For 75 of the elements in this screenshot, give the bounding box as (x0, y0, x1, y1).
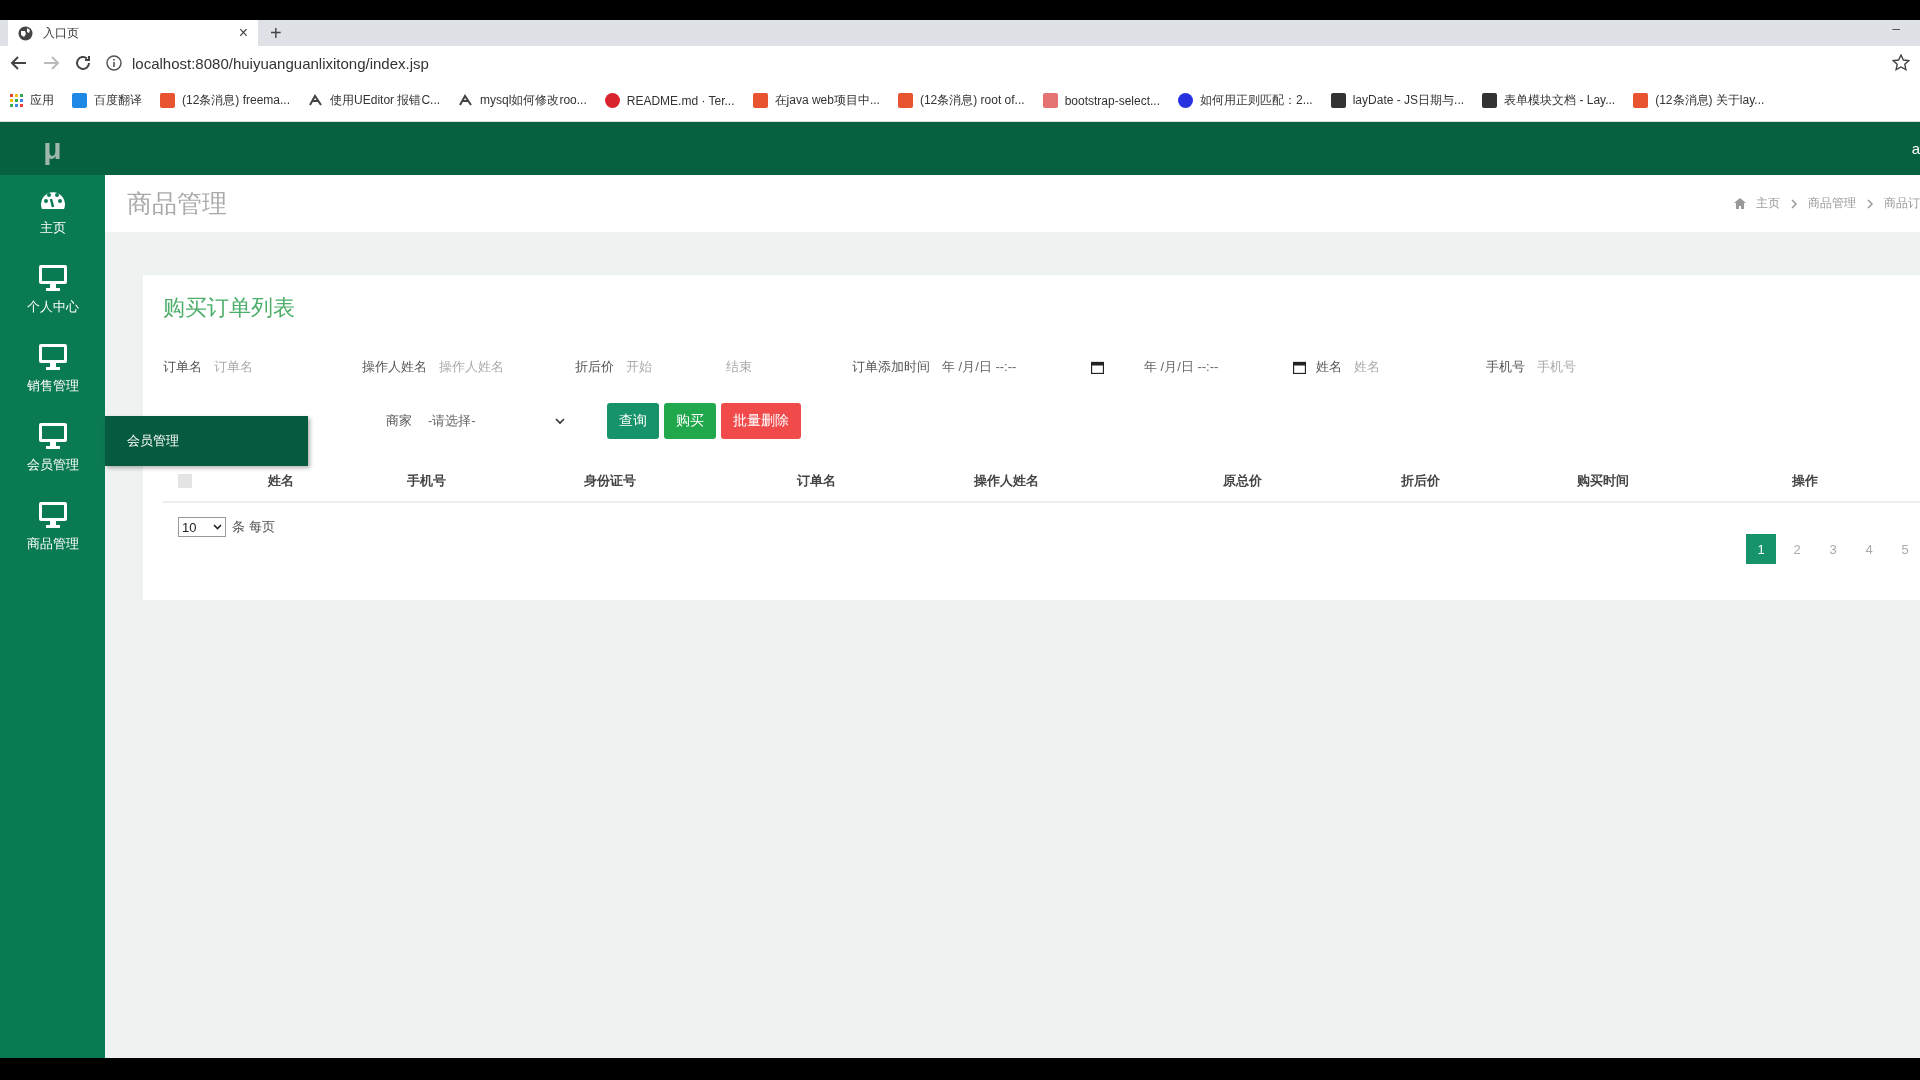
bookmark[interactable]: 如何用正则匹配：2... (1178, 92, 1313, 109)
sidebar-item[interactable]: 商品管理 (2, 501, 103, 553)
merchant-select[interactable]: -请选择- (424, 406, 569, 436)
date-input[interactable]: 年 /月/日 --:-- (942, 358, 1104, 376)
sidebar-item[interactable]: 会员管理 (2, 422, 103, 474)
column-header: 操作 (1792, 472, 1819, 490)
app-logo[interactable]: μ (0, 131, 105, 166)
select-all-checkbox[interactable] (178, 474, 192, 488)
buy-button[interactable]: 购买 (664, 403, 716, 439)
bookmark[interactable]: 在java web项目中... (752, 92, 880, 109)
page-size-select[interactable]: 10 (178, 517, 226, 537)
browser-tab[interactable]: 入口页 × (8, 20, 258, 46)
star-icon[interactable] (1892, 54, 1910, 72)
address-bar[interactable]: localhost:8080/huiyuanguanlixitong/index.jsp (132, 54, 429, 72)
column-header: 姓名 (268, 472, 295, 490)
column-header: 购买时间 (1577, 472, 1630, 490)
info-icon (106, 55, 122, 71)
flyout-menu-item[interactable]: 会员管理 (105, 416, 308, 466)
field-label: 订单名 (163, 358, 202, 376)
sidebar-item[interactable]: 主页 (2, 187, 103, 237)
tab-close-button[interactable]: × (238, 24, 248, 42)
chevron-down-icon (555, 417, 565, 425)
globe-icon (18, 25, 33, 41)
bookmark[interactable]: 表单模块文档 - Lay... (1482, 92, 1616, 109)
field-label: 订单添加时间 (852, 358, 930, 376)
monitor-icon (37, 422, 68, 450)
breadcrumb-link[interactable]: 商品订 (1884, 195, 1920, 212)
home-icon (1734, 198, 1746, 209)
query-button[interactable]: 查询 (607, 403, 659, 439)
page-size-label: 条 每页 (232, 518, 275, 536)
bookmark[interactable]: 百度翻译 (72, 92, 142, 109)
bookmark[interactable]: README.md · Ter... (604, 93, 735, 108)
field-label: 姓名 (1316, 358, 1342, 376)
field-label: 手机号 (1486, 358, 1525, 376)
chevron-down-icon (213, 524, 222, 530)
bookmark[interactable]: (12条消息) freema... (160, 92, 291, 109)
column-header: 折后价 (1401, 472, 1441, 490)
field-label: 操作人姓名 (362, 358, 427, 376)
column-header: 原总价 (1223, 472, 1263, 490)
bookmark[interactable]: layDate - JS日期与... (1330, 92, 1465, 109)
chevron-right-icon (1866, 198, 1874, 209)
date-input[interactable]: 年 /月/日 --:-- (1144, 358, 1306, 376)
apps-grid-icon (10, 94, 23, 107)
bookmark[interactable]: (12条消息) root of... (897, 92, 1025, 109)
column-header: 订单名 (797, 472, 837, 490)
sidebar-item[interactable]: 个人中心 (2, 264, 103, 316)
page-title: 商品管理 (127, 188, 227, 219)
monitor-icon (37, 264, 68, 292)
calendar-icon (1091, 360, 1104, 374)
new-tab-button[interactable]: + (270, 20, 282, 46)
monitor-icon (37, 343, 68, 371)
reload-icon[interactable] (74, 54, 92, 72)
bookmark[interactable]: mysql如何修改roo... (458, 92, 587, 109)
bookmark[interactable]: (12条消息) 关于lay... (1633, 92, 1765, 109)
column-header: 操作人姓名 (974, 472, 1040, 490)
chevron-right-icon (1790, 198, 1798, 209)
minimize-button[interactable]: – (1892, 20, 1900, 36)
bookmark[interactable]: 使用UEditor 报错C... (308, 92, 441, 109)
bookmark[interactable]: 应用 (10, 92, 54, 109)
field-label: 折后价 (575, 358, 614, 376)
breadcrumb-link[interactable]: 商品管理 (1808, 195, 1856, 212)
field-label: 商家 (386, 412, 412, 430)
column-header: 手机号 (407, 472, 447, 490)
column-header: 身份证号 (584, 472, 637, 490)
calendar-icon (1293, 360, 1306, 374)
user-name[interactable]: a (1911, 140, 1920, 157)
monitor-icon (37, 501, 68, 529)
batch-delete-button[interactable]: 批量删除 (721, 403, 801, 439)
breadcrumb-link[interactable]: 主页 (1756, 195, 1780, 212)
bookmark[interactable]: bootstrap-select... (1042, 93, 1160, 108)
page-button[interactable]: 1 (1746, 534, 1776, 564)
tab-title: 入口页 (43, 24, 80, 42)
back-icon[interactable] (10, 54, 28, 72)
sidebar-item[interactable]: 销售管理 (2, 343, 103, 395)
card-title: 购买订单列表 (163, 294, 296, 322)
